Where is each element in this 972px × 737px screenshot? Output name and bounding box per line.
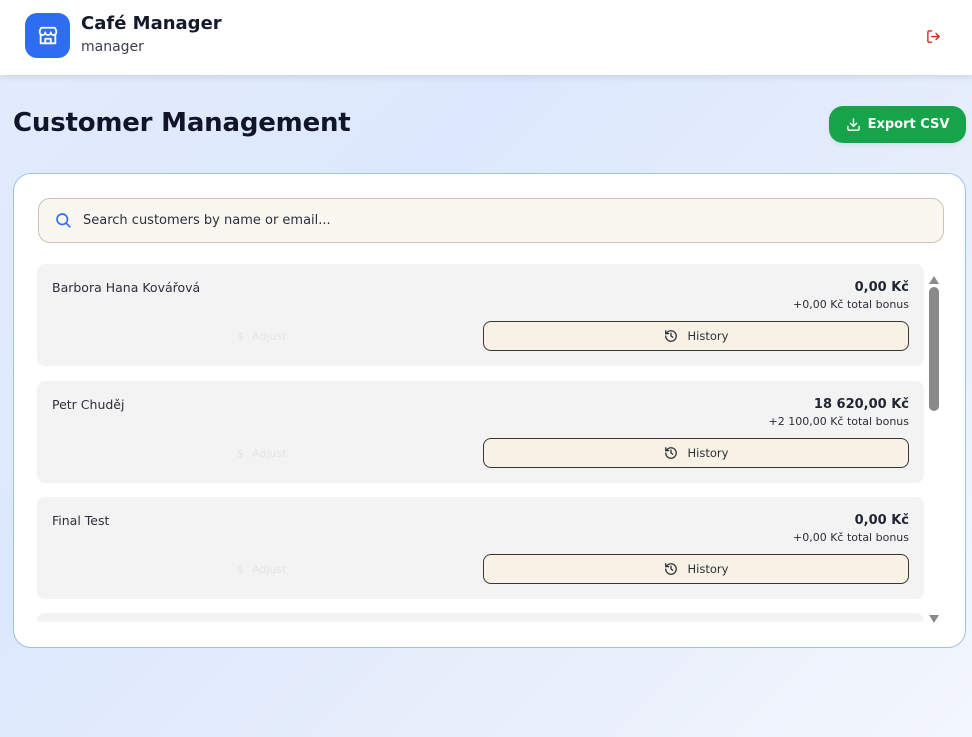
customer-bonus: +0,00 Kč total bonus	[793, 298, 909, 311]
dollar-icon: $	[237, 562, 244, 576]
customer-row: Final Test 0,00 Kč +0,00 Kč total bonus …	[37, 497, 924, 599]
scroll-up-arrow-icon[interactable]	[928, 270, 940, 284]
customer-balance: 0,00 Kč	[854, 280, 909, 295]
history-label: History	[687, 562, 729, 576]
history-icon	[664, 329, 678, 343]
history-button[interactable]: History	[483, 321, 909, 351]
history-button[interactable]: History	[483, 554, 909, 584]
export-csv-label: Export CSV	[867, 117, 950, 132]
download-icon	[846, 117, 861, 132]
scrollbar-thumb[interactable]	[929, 287, 939, 411]
search-icon	[54, 211, 72, 229]
adjust-button[interactable]: $ Adjust	[237, 444, 286, 462]
customer-balance: 18 620,00 Kč	[813, 397, 909, 412]
adjust-label: Adjust	[252, 446, 287, 460]
history-label: History	[687, 446, 729, 460]
top-bar: Café Manager manager	[0, 0, 972, 75]
customer-balance: 0,00 Kč	[854, 513, 909, 528]
customer-name: Petr Chuděj	[52, 397, 125, 412]
user-role: manager	[81, 39, 144, 55]
customer-bonus: +0,00 Kč total bonus	[793, 531, 909, 544]
customer-row	[37, 613, 924, 622]
search-bar	[38, 198, 944, 243]
adjust-label: Adjust	[252, 562, 287, 576]
customer-name: Final Test	[52, 513, 110, 528]
adjust-label: Adjust	[252, 329, 287, 343]
customer-bonus: +2 100,00 Kč total bonus	[768, 415, 910, 428]
customer-row: Petr Chuděj 18 620,00 Kč +2 100,00 Kč to…	[37, 381, 924, 483]
customer-row: Barbora Hana Kovářová 0,00 Kč +0,00 Kč t…	[37, 264, 924, 366]
customer-name: Barbora Hana Kovářová	[52, 280, 201, 295]
dollar-icon: $	[237, 446, 244, 460]
app-title: Café Manager	[81, 13, 222, 34]
history-icon	[664, 446, 678, 460]
history-button[interactable]: History	[483, 438, 909, 468]
export-csv-button[interactable]: Export CSV	[829, 106, 966, 143]
dollar-icon: $	[237, 329, 244, 343]
scroll-down-arrow-icon[interactable]	[928, 609, 940, 623]
adjust-button[interactable]: $ Adjust	[237, 560, 286, 578]
history-icon	[664, 562, 678, 576]
logout-icon[interactable]	[922, 26, 944, 46]
adjust-button[interactable]: $ Adjust	[237, 327, 286, 345]
customer-list[interactable]: Barbora Hana Kovářová 0,00 Kč +0,00 Kč t…	[37, 264, 925, 622]
search-input[interactable]	[83, 199, 923, 242]
history-label: History	[687, 329, 729, 343]
page-title: Customer Management	[13, 108, 351, 138]
customer-list-card: Barbora Hana Kovářová 0,00 Kč +0,00 Kč t…	[13, 173, 966, 648]
store-icon	[25, 13, 70, 58]
